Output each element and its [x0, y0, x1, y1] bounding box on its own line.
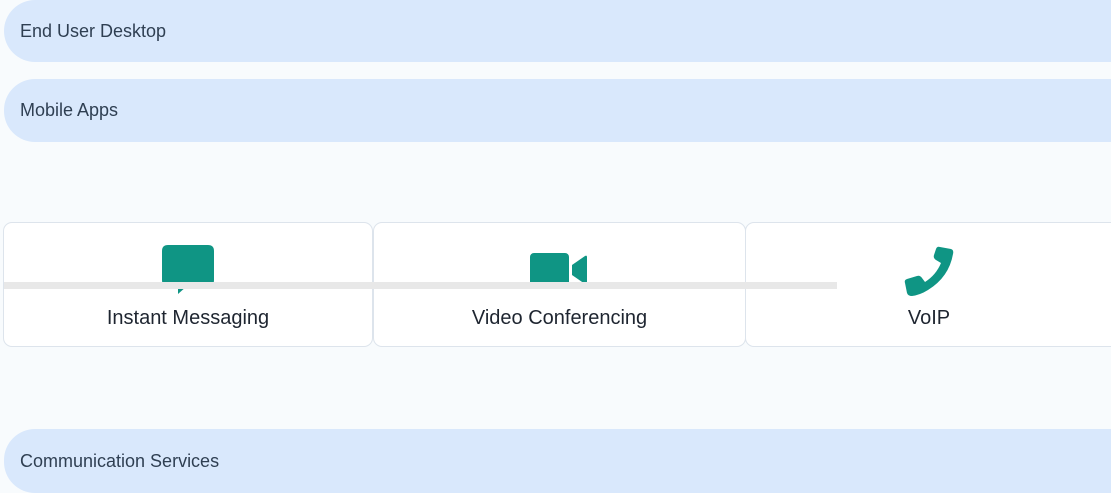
- layer-communication-services: Communication Services: [4, 429, 1111, 493]
- card-instant-messaging-label: Instant Messaging: [106, 307, 270, 329]
- layer-end-user-desktop: End User Desktop: [4, 0, 1111, 62]
- card-video-conferencing-label: Video Conferencing: [471, 307, 648, 329]
- card-voip-label: VoIP: [907, 307, 951, 329]
- layer-mobile-apps: Mobile Apps: [4, 79, 1111, 142]
- phone-icon: [904, 246, 954, 296]
- layer-end-user-desktop-label: End User Desktop: [20, 20, 167, 41]
- connector-line: [4, 282, 837, 289]
- layer-communication-services-label: Communication Services: [20, 450, 220, 471]
- layer-mobile-apps-label: Mobile Apps: [20, 100, 119, 120]
